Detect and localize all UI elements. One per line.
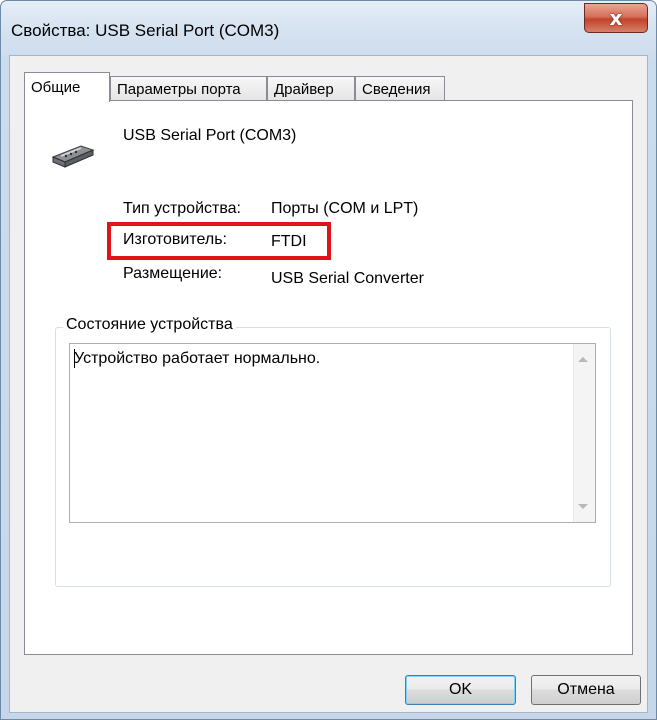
device-status-text: Устройство работает нормально. [74,350,321,367]
window-title: Свойства: USB Serial Port (COM3) [11,21,280,40]
close-icon: x [609,6,623,30]
scroll-down-arrow-icon[interactable] [578,504,588,509]
device-type-value: Порты (COM и LPT) [271,200,419,217]
title-bar[interactable]: Свойства: USB Serial Port (COM3) [1,1,656,55]
location-label: Размещение: [123,265,223,282]
device-name: USB Serial Port (COM3) [123,127,297,144]
device-status-group-title: Состояние устройства [63,316,236,334]
tab-details[interactable]: Сведения [355,76,445,101]
manufacturer-highlight-box [107,222,331,260]
tab-general[interactable]: Общие [24,72,110,102]
cancel-button[interactable]: Отмена [531,675,641,705]
tab-port-settings[interactable]: Параметры порта [110,76,267,101]
text-caret [74,349,75,368]
tab-driver[interactable]: Драйвер [267,76,355,101]
device-type-label: Тип устройства: [123,200,241,217]
serial-port-connector-icon [51,145,95,168]
location-value: USB Serial Converter [271,270,424,287]
status-scrollbar[interactable] [573,344,595,522]
close-button[interactable]: x [584,3,648,33]
ok-button[interactable]: OK [405,675,516,705]
scroll-up-arrow-icon[interactable] [578,357,588,362]
device-status-textbox[interactable] [69,343,596,523]
